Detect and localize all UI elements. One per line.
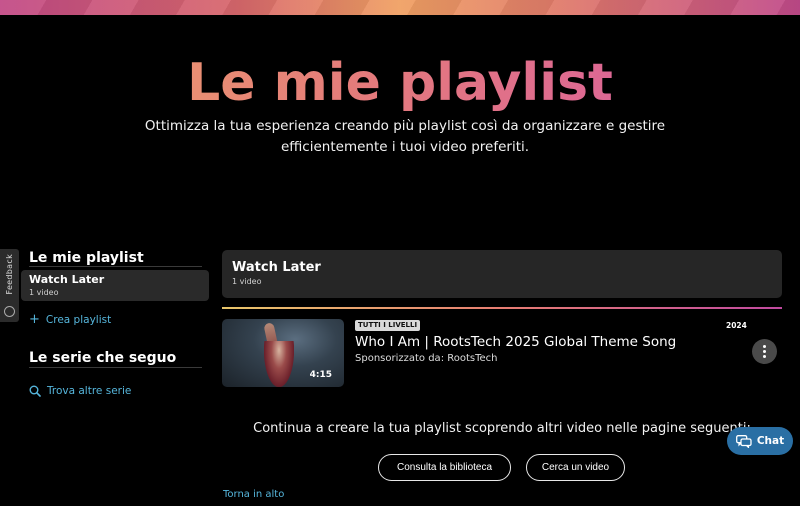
search-icon [29, 385, 41, 397]
sidebar-series-heading: Le serie che seguo [29, 350, 177, 366]
feedback-label: Feedback [5, 254, 14, 295]
sidebar-item-watch-later[interactable]: Watch Later 1 video [21, 270, 209, 301]
find-series-link[interactable]: Trova altre serie [29, 385, 131, 397]
chat-button[interactable]: Chat [727, 427, 793, 455]
video-sponsor: Sponsorizzato da: RootsTech [355, 353, 498, 364]
more-options-button[interactable] [752, 339, 777, 364]
sidebar-divider [29, 367, 202, 368]
feedback-icon [4, 306, 15, 317]
thumbnail-figure [264, 341, 294, 387]
top-banner [0, 0, 800, 15]
more-dot [763, 355, 766, 358]
chat-icon [735, 434, 752, 448]
sidebar-item-title: Watch Later [29, 273, 105, 286]
sidebar-item-count: 1 video [29, 288, 59, 297]
sidebar-playlists-heading: Le mie playlist [29, 250, 144, 266]
find-series-label: Trova altre serie [47, 385, 132, 397]
level-badge: TUTTI I LIVELLI [355, 320, 421, 331]
chat-label: Chat [756, 435, 785, 447]
create-playlist-link[interactable]: + Crea playlist [29, 312, 112, 327]
sidebar-divider [29, 266, 202, 267]
plus-icon: + [29, 312, 40, 327]
playlist-count: 1 video [232, 277, 262, 286]
playlist-header: Watch Later 1 video [222, 250, 782, 298]
search-video-button[interactable]: Cerca un video [526, 454, 625, 481]
page-title: Le mie playlist [0, 52, 800, 114]
more-dot [763, 345, 766, 348]
feedback-tab[interactable]: Feedback [0, 249, 19, 322]
video-thumbnail[interactable]: 4:15 [222, 319, 344, 387]
playlist-title: Watch Later [232, 260, 321, 275]
continue-text: Continua a creare la tua playlist scopre… [253, 421, 751, 436]
browse-library-button[interactable]: Consulta la biblioteca [378, 454, 511, 481]
accent-divider [222, 307, 782, 309]
video-duration: 4:15 [309, 370, 332, 380]
create-playlist-label: Crea playlist [45, 314, 112, 326]
back-to-top-link[interactable]: Torna in alto [223, 489, 284, 500]
video-title-link[interactable]: Who I Am | RootsTech 2025 Global Theme S… [355, 334, 676, 350]
video-year: 2024 [726, 321, 747, 330]
page-subtitle: Ottimizza la tua esperienza creando più … [144, 118, 666, 155]
more-dot [763, 350, 766, 353]
